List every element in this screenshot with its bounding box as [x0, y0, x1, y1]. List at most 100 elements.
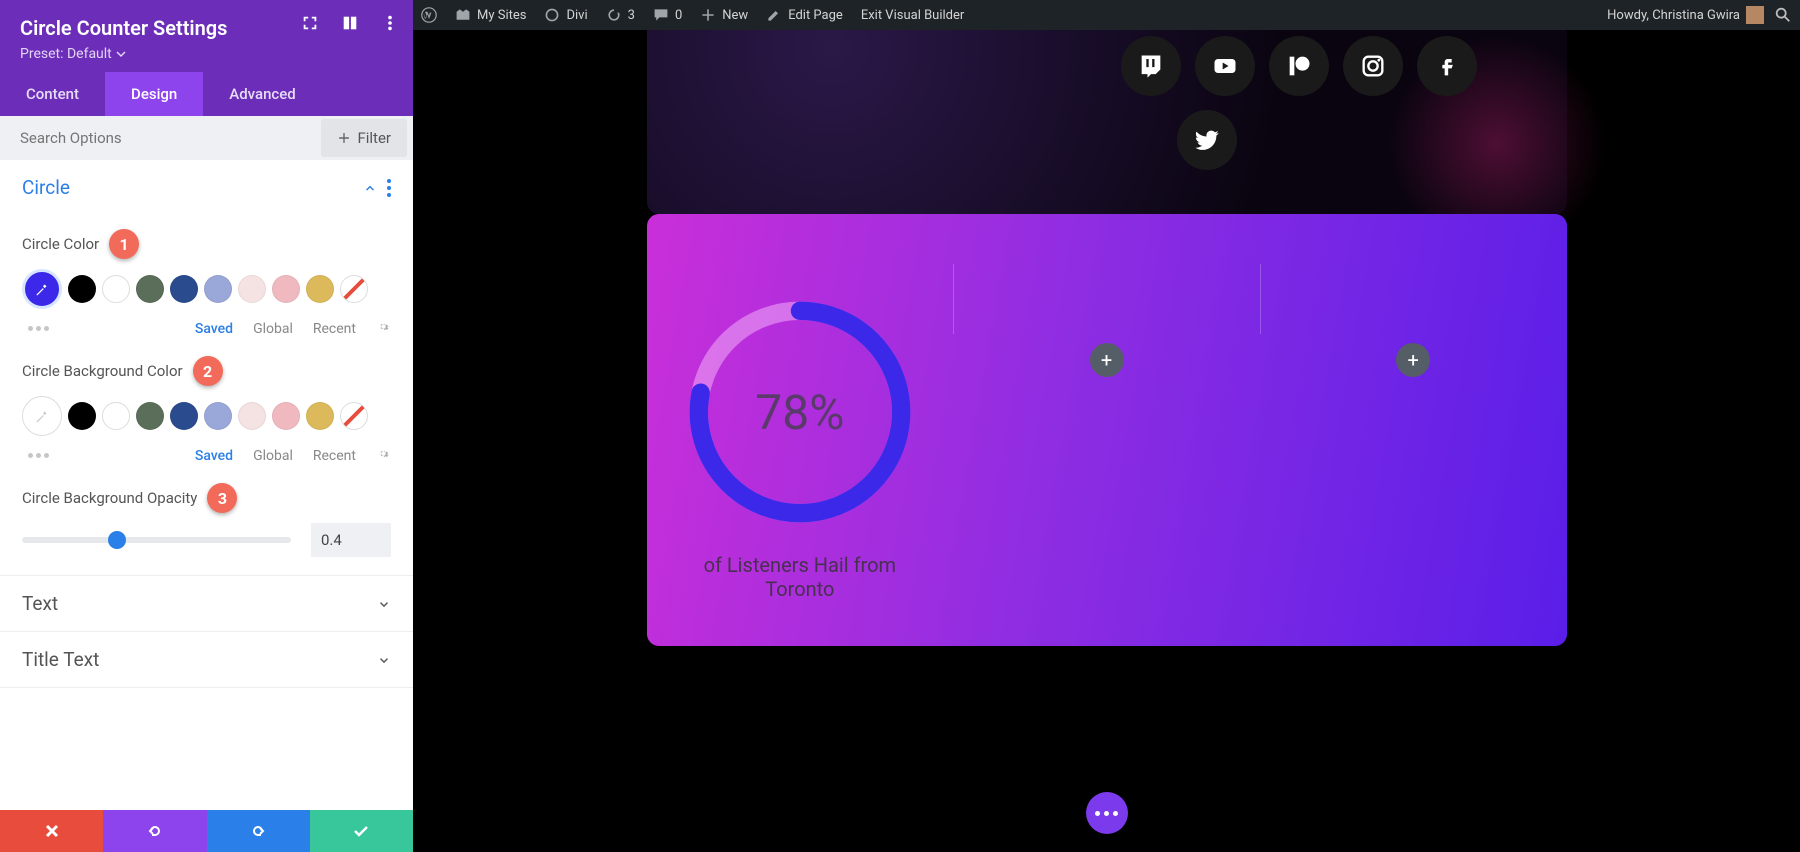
color-picker-button[interactable]	[22, 269, 62, 309]
swatch-periwinkle[interactable]	[204, 275, 232, 303]
bg-swatch-navy[interactable]	[170, 402, 198, 430]
social-twitter[interactable]	[1177, 110, 1237, 170]
annotation-1: 1	[109, 229, 139, 259]
check-icon	[351, 821, 371, 841]
section-title-text: Title Text	[0, 632, 413, 688]
edit-page-link[interactable]: Edit Page	[766, 7, 843, 23]
divi-label: Divi	[566, 8, 587, 23]
subtab-saved[interactable]: Saved	[195, 321, 233, 337]
subtab-global[interactable]: Global	[253, 321, 293, 337]
section-circle-head[interactable]: Circle	[0, 160, 413, 215]
section-text-title: Text	[22, 592, 58, 615]
filter-button[interactable]: Filter	[321, 119, 407, 157]
redo-button[interactable]	[207, 810, 310, 852]
bg-swatch-black[interactable]	[68, 402, 96, 430]
subtab-recent[interactable]: Recent	[313, 321, 356, 337]
plus-icon	[337, 131, 351, 145]
comments-link[interactable]: 0	[653, 7, 682, 23]
panel-body[interactable]: Circle Circle Color 1	[0, 160, 413, 810]
columns-icon	[341, 14, 359, 32]
annotation-3: 3	[207, 483, 237, 513]
twitter-icon	[1193, 126, 1221, 154]
counter-column-1: 78% of Listeners Hail from Toronto	[647, 214, 954, 646]
updates-link[interactable]: 3	[606, 7, 635, 23]
more-button[interactable]	[381, 14, 399, 32]
admin-search-button[interactable]	[1774, 6, 1792, 24]
circle-opacity-label-row: Circle Background Opacity 3	[22, 483, 391, 513]
swatch-olive[interactable]	[136, 275, 164, 303]
add-module-button[interactable]: +	[1090, 343, 1124, 377]
bg-subtab-recent[interactable]: Recent	[313, 448, 356, 464]
more-swatches-button[interactable]	[28, 326, 49, 331]
cancel-button[interactable]	[0, 810, 103, 852]
eyedropper-icon	[33, 407, 51, 425]
tab-design[interactable]: Design	[105, 72, 203, 116]
comments-count: 0	[675, 8, 682, 23]
social-patreon[interactable]	[1269, 36, 1329, 96]
save-button[interactable]	[310, 810, 413, 852]
panel-header: Circle Counter Settings Preset: Default	[0, 0, 413, 72]
bg-swatch-periwinkle[interactable]	[204, 402, 232, 430]
opacity-slider[interactable]	[22, 537, 291, 543]
social-youtube[interactable]	[1195, 36, 1255, 96]
bg-swatch-pink[interactable]	[272, 402, 300, 430]
bg-color-picker-button[interactable]	[22, 396, 62, 436]
divi-link[interactable]: Divi	[544, 7, 587, 23]
bg-palette-settings-button[interactable]	[376, 446, 391, 465]
eyedropper-icon	[33, 280, 51, 298]
builder-fab[interactable]	[1086, 792, 1128, 834]
swatch-gold[interactable]	[306, 275, 334, 303]
expand-button[interactable]	[301, 14, 319, 32]
counter-percent: 78%	[685, 297, 915, 527]
section-circle: Circle Circle Color 1	[0, 160, 413, 576]
bg-swatch-transparent[interactable]	[340, 402, 368, 430]
howdy-label: Howdy, Christina Gwira	[1607, 8, 1740, 23]
circle-counter[interactable]: 78%	[685, 297, 915, 527]
tab-advanced[interactable]: Advanced	[203, 72, 321, 116]
social-row	[1121, 36, 1477, 96]
columns-button[interactable]	[341, 14, 359, 32]
new-link[interactable]: New	[700, 7, 748, 23]
social-facebook[interactable]	[1417, 36, 1477, 96]
circle-bg-color-label: Circle Background Color	[22, 362, 183, 380]
exit-vb-link[interactable]: Exit Visual Builder	[861, 8, 964, 23]
bg-subtab-saved[interactable]: Saved	[195, 448, 233, 464]
settings-panel: Circle Counter Settings Preset: Default …	[0, 0, 413, 852]
add-module-button-2[interactable]: +	[1396, 343, 1430, 377]
opacity-slider-thumb[interactable]	[108, 531, 126, 549]
bg-subtab-global[interactable]: Global	[253, 448, 293, 464]
social-twitch[interactable]	[1121, 36, 1181, 96]
social-instagram[interactable]	[1343, 36, 1403, 96]
swatch-navy[interactable]	[170, 275, 198, 303]
palette-settings-button[interactable]	[376, 319, 391, 338]
swatch-white[interactable]	[102, 275, 130, 303]
section-title-text-head[interactable]: Title Text	[0, 632, 413, 687]
undo-button[interactable]	[103, 810, 206, 852]
more-bg-swatches-button[interactable]	[28, 453, 49, 458]
search-input[interactable]	[20, 129, 321, 147]
wp-logo[interactable]	[421, 7, 437, 23]
bg-swatch-olive[interactable]	[136, 402, 164, 430]
swatch-transparent[interactable]	[340, 275, 368, 303]
circle-opacity-label: Circle Background Opacity	[22, 489, 197, 507]
search-row: Filter	[0, 116, 413, 160]
swatch-pink[interactable]	[272, 275, 300, 303]
edit-page-label: Edit Page	[788, 8, 843, 23]
more-vertical-icon	[381, 14, 399, 32]
swatch-black[interactable]	[68, 275, 96, 303]
pencil-icon	[766, 7, 782, 23]
tab-content[interactable]: Content	[0, 72, 105, 116]
section-text-head[interactable]: Text	[0, 576, 413, 631]
opacity-input[interactable]	[311, 523, 391, 557]
swatch-lightpink[interactable]	[238, 275, 266, 303]
gear-icon	[376, 446, 391, 461]
section-more-icon[interactable]	[387, 179, 391, 197]
facebook-icon	[1433, 52, 1461, 80]
chevron-down-icon	[377, 597, 391, 611]
bg-swatch-lightpink[interactable]	[238, 402, 266, 430]
howdy-link[interactable]: Howdy, Christina Gwira	[1607, 6, 1764, 24]
my-sites-link[interactable]: My Sites	[455, 7, 526, 23]
bg-swatch-gold[interactable]	[306, 402, 334, 430]
bg-swatch-white[interactable]	[102, 402, 130, 430]
preset-selector[interactable]: Preset: Default	[20, 46, 393, 62]
